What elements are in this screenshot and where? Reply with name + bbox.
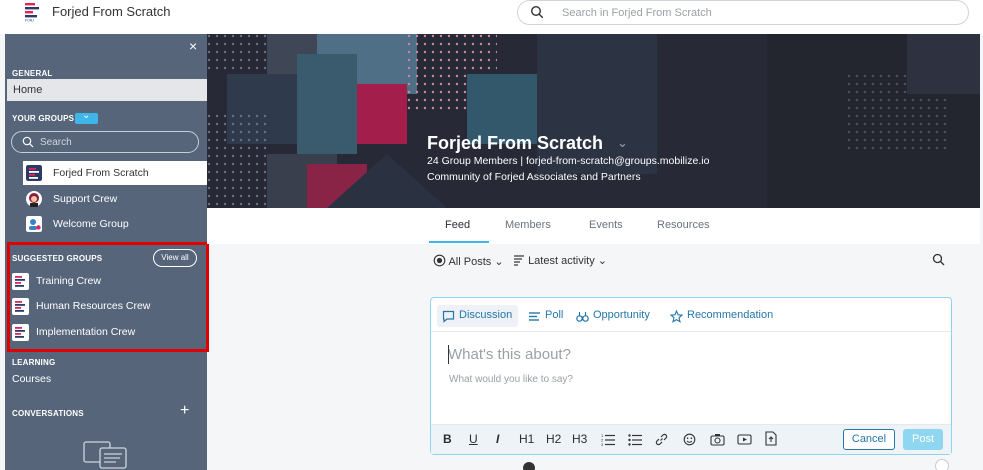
post-type-opportunity[interactable]: Opportunity bbox=[571, 305, 656, 327]
all-posts-label: All Posts bbox=[448, 256, 492, 268]
svg-text:FORJ: FORJ bbox=[25, 19, 34, 23]
sidebar-item-courses[interactable]: Courses bbox=[12, 373, 51, 385]
all-posts-filter[interactable]: All Posts ⌄ bbox=[433, 254, 504, 268]
link-icon[interactable] bbox=[655, 433, 668, 446]
group-description: Community of Forjed Associates and Partn… bbox=[427, 171, 641, 183]
group-member-info: 24 Group Members | forjed-from-scratch@g… bbox=[427, 155, 710, 167]
suggested-group-human-resources-crew[interactable]: Human Resources Crew bbox=[11, 295, 201, 317]
star-icon bbox=[670, 310, 683, 323]
bold-button[interactable]: B bbox=[443, 432, 452, 446]
video-icon[interactable] bbox=[737, 433, 752, 446]
text-cursor bbox=[448, 345, 449, 364]
group-banner: Forjed From Scratch ⌄ 24 Group Members |… bbox=[207, 34, 980, 208]
post-type-label: Recommendation bbox=[687, 309, 774, 321]
app-title: Forjed From Scratch bbox=[52, 4, 171, 19]
post-type-discussion[interactable]: Discussion bbox=[437, 305, 519, 327]
view-all-button[interactable]: View all bbox=[153, 249, 197, 267]
chevron-down-icon: ⌄ bbox=[82, 110, 91, 121]
sort-filter[interactable]: Latest activity ⌄ bbox=[513, 254, 607, 267]
post-title-input[interactable] bbox=[448, 346, 928, 363]
your-groups-label: YOUR GROUPS bbox=[12, 114, 75, 123]
suggested-group-implementation-crew[interactable]: Implementation Crew bbox=[11, 321, 201, 343]
svg-text:3: 3 bbox=[601, 442, 604, 446]
post-button[interactable]: Post bbox=[903, 429, 943, 450]
cancel-button[interactable]: Cancel bbox=[843, 429, 895, 450]
groups-dropdown-toggle[interactable]: ⌄ bbox=[75, 110, 98, 124]
conversations-section-label: CONVERSATIONS bbox=[12, 409, 84, 418]
post-type-label: Poll bbox=[545, 309, 564, 321]
heading2-button[interactable]: H2 bbox=[546, 432, 561, 446]
active-tab-indicator bbox=[429, 241, 489, 243]
post-type-label: Discussion bbox=[459, 309, 513, 321]
close-icon[interactable]: × bbox=[189, 38, 197, 54]
suggested-group-label: Human Resources Crew bbox=[36, 300, 151, 312]
suggested-groups-label: SUGGESTED GROUPS bbox=[12, 254, 103, 263]
poll-icon bbox=[529, 312, 540, 321]
group-search-box[interactable] bbox=[517, 0, 969, 25]
partial-control bbox=[935, 459, 949, 470]
add-conversation-icon[interactable]: + bbox=[180, 402, 189, 420]
general-section-label: GENERAL bbox=[12, 69, 53, 78]
bullet-list-icon[interactable] bbox=[628, 433, 642, 446]
sort-icon bbox=[514, 255, 524, 266]
tab-resources[interactable]: Resources bbox=[657, 219, 710, 231]
forjed-logo-icon bbox=[12, 273, 29, 290]
chevron-down-icon[interactable]: ⌄ bbox=[617, 135, 628, 151]
group-tabs: Feed Members Events Resources bbox=[207, 208, 980, 244]
sidebar-group-forjed[interactable]: Forjed From Scratch bbox=[23, 161, 207, 185]
person-icon bbox=[26, 216, 42, 232]
sidebar-group-support-crew[interactable]: Support Crew bbox=[23, 187, 207, 211]
heading1-button[interactable]: H1 bbox=[519, 432, 534, 446]
partial-avatar bbox=[523, 462, 535, 470]
file-upload-icon[interactable] bbox=[765, 431, 777, 446]
avatar-icon bbox=[26, 191, 42, 207]
post-type-recommendation[interactable]: Recommendation bbox=[665, 305, 779, 327]
suggested-group-label: Training Crew bbox=[36, 275, 101, 287]
learning-section-label: LEARNING bbox=[12, 358, 56, 367]
forjed-logo-icon bbox=[12, 324, 29, 341]
sidebar-group-label: Welcome Group bbox=[53, 218, 129, 230]
conversation-illustration-icon bbox=[83, 441, 127, 469]
post-type-bar: Discussion Poll Opportunity Recommendati… bbox=[431, 298, 951, 332]
group-title: Forjed From Scratch bbox=[427, 133, 604, 153]
sidebar-group-label: Support Crew bbox=[53, 193, 118, 205]
suggested-group-training-crew[interactable]: Training Crew bbox=[11, 270, 201, 292]
chat-bubble-icon bbox=[442, 310, 455, 323]
sidebar: × GENERAL Home YOUR GROUPS ⌄ Forjed From… bbox=[5, 34, 209, 470]
tab-members[interactable]: Members bbox=[505, 219, 551, 231]
emoji-icon[interactable] bbox=[683, 433, 696, 446]
sort-label: Latest activity bbox=[528, 255, 595, 267]
formatting-toolbar: B U I H1 H2 H3 123 Cancel Post bbox=[431, 424, 951, 454]
post-body-input[interactable] bbox=[449, 374, 929, 385]
post-composer: Discussion Poll Opportunity Recommendati… bbox=[430, 297, 952, 455]
sidebar-search[interactable] bbox=[11, 131, 199, 153]
top-bar: FORJ Forjed From Scratch bbox=[0, 0, 983, 34]
suggested-group-label: Implementation Crew bbox=[36, 326, 136, 338]
italic-button[interactable]: I bbox=[496, 432, 499, 446]
forjed-logo-icon[interactable]: FORJ bbox=[22, 2, 44, 22]
tab-feed[interactable]: Feed bbox=[445, 219, 470, 231]
search-icon bbox=[22, 136, 34, 148]
sidebar-group-welcome[interactable]: Welcome Group bbox=[23, 212, 207, 236]
forjed-logo-icon bbox=[12, 298, 29, 315]
chevron-down-icon: ⌄ bbox=[597, 255, 607, 267]
post-type-label: Opportunity bbox=[593, 309, 650, 321]
search-input[interactable] bbox=[562, 4, 942, 21]
underline-button[interactable]: U bbox=[469, 432, 478, 446]
search-icon bbox=[530, 5, 544, 19]
camera-icon[interactable] bbox=[710, 433, 725, 446]
ordered-list-icon[interactable]: 123 bbox=[601, 433, 615, 446]
search-icon[interactable] bbox=[932, 253, 945, 266]
chevron-down-icon: ⌄ bbox=[494, 256, 504, 268]
sidebar-search-input[interactable] bbox=[40, 135, 190, 150]
heading3-button[interactable]: H3 bbox=[572, 432, 587, 446]
forjed-logo-icon bbox=[26, 165, 42, 181]
sidebar-item-home[interactable]: Home bbox=[7, 79, 207, 101]
post-type-poll[interactable]: Poll bbox=[523, 305, 569, 327]
radio-filter-icon bbox=[433, 254, 446, 267]
sidebar-group-label: Forjed From Scratch bbox=[53, 167, 149, 179]
binoculars-icon bbox=[576, 312, 589, 322]
tab-events[interactable]: Events bbox=[589, 219, 623, 231]
